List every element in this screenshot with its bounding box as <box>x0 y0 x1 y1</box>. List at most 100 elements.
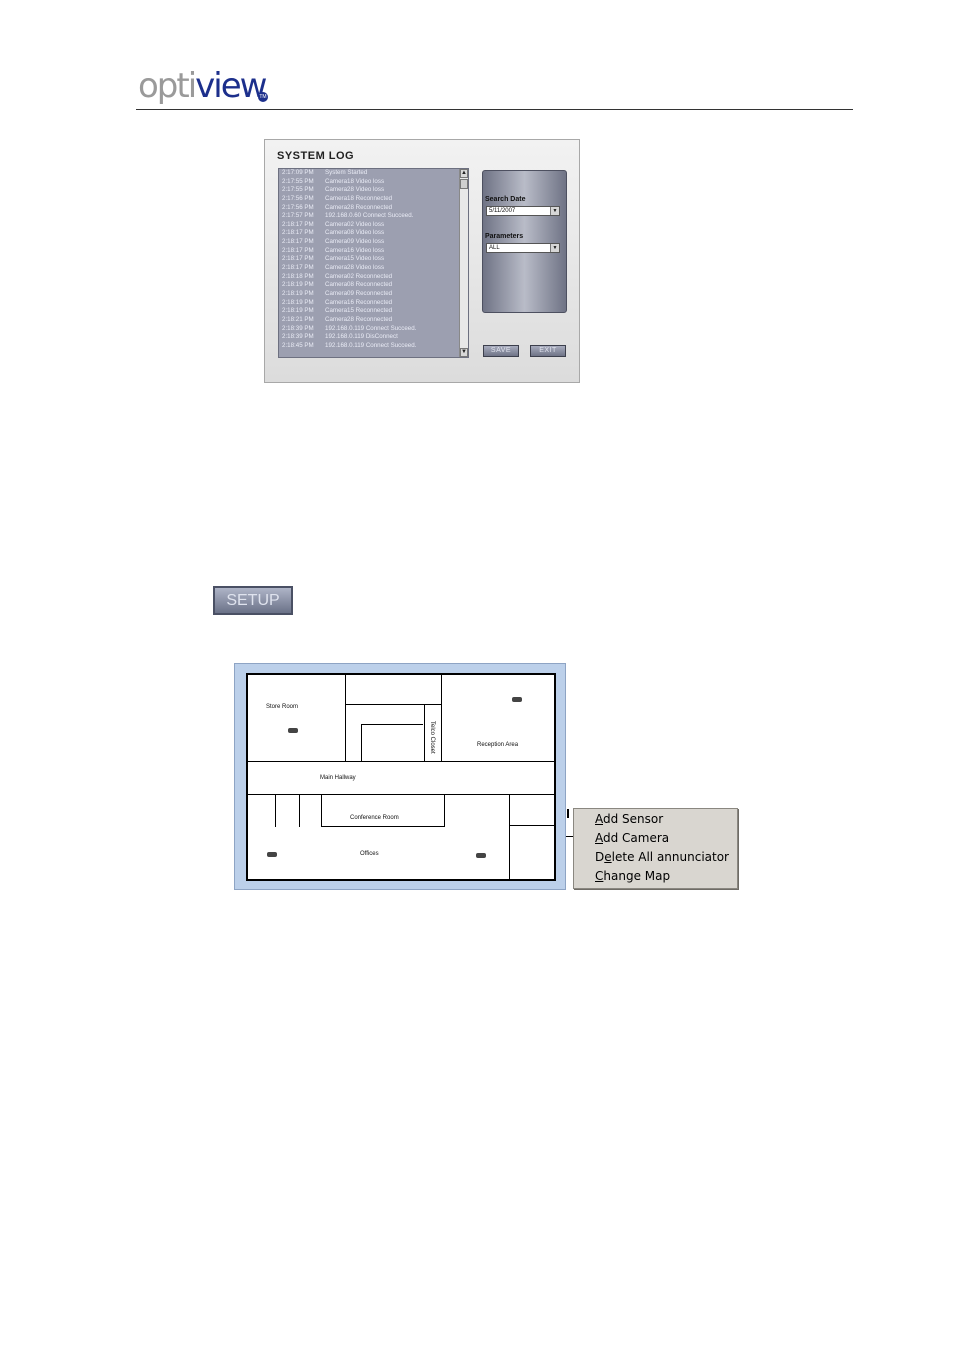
log-entry[interactable]: 2:18:17 PM Camera08 Video loss <box>279 229 468 238</box>
chevron-down-icon[interactable]: ▼ <box>550 207 559 215</box>
menu-item-prefix: D <box>595 850 605 864</box>
wall <box>345 704 442 705</box>
exit-button[interactable]: EXIT <box>530 345 566 357</box>
log-entry-list[interactable]: 2:17:09 PM System Started 2:17:55 PM Camera… <box>278 168 469 358</box>
log-entry-time: 2:18:17 PM <box>282 255 314 263</box>
wall <box>322 826 444 827</box>
log-entry-message: Camera02 Video loss <box>325 220 385 228</box>
log-entry-message: Camera28 Video loss <box>325 264 385 272</box>
wall <box>441 675 442 762</box>
log-entry-message: Camera15 Video loss <box>325 255 385 263</box>
log-entry-time: 2:17:09 PM <box>282 169 314 176</box>
log-entry[interactable]: 2:18:19 PM Camera09 Reconnected <box>279 290 468 299</box>
log-entry-time: 2:18:21 PM <box>282 315 314 323</box>
partial-edge <box>566 836 573 837</box>
log-entry[interactable]: 2:18:19 PM Camera15 Reconnected <box>279 307 468 316</box>
log-entry-message: Camera16 Video loss <box>325 246 385 254</box>
log-entry[interactable]: 2:18:21 PM Camera28 Reconnected <box>279 316 468 325</box>
room-label-telco-closet: Telco Closet <box>429 721 435 754</box>
log-entry-time: 2:18:17 PM <box>282 264 314 272</box>
floor-map-window: Store Room Telco Closet Reception Area M… <box>234 663 566 890</box>
menu-item-add-camera[interactable]: Add Camera <box>595 831 669 845</box>
log-entry[interactable]: 2:18:19 PM Camera08 Reconnected <box>279 281 468 290</box>
scroll-thumb[interactable] <box>460 179 468 189</box>
log-entry[interactable]: 2:17:57 PM 192.168.0.60 Connect Succeed. <box>279 212 468 221</box>
log-entry-message: System Started <box>325 169 368 176</box>
log-entry-message: 192.168.0.119 Connect Succeed. <box>325 341 417 349</box>
camera-icon[interactable] <box>476 853 486 858</box>
floor-map[interactable]: Store Room Telco Closet Reception Area M… <box>246 673 556 881</box>
camera-icon[interactable] <box>512 697 522 702</box>
log-entry[interactable]: 2:18:17 PM Camera15 Video loss <box>279 255 468 264</box>
system-log-title: SYSTEM LOG <box>277 150 355 162</box>
wall <box>345 675 346 762</box>
menu-item-label: dd Sensor <box>603 812 664 826</box>
system-log-dialog: SYSTEM LOG 2:17:09 PM System Started 2:17:… <box>264 139 580 383</box>
header-divider <box>136 109 853 110</box>
menu-item-change-map[interactable]: Change Map <box>595 869 670 883</box>
wall <box>321 794 322 827</box>
log-entry[interactable]: 2:18:17 PM Camera16 Video loss <box>279 247 468 256</box>
room-label-main-hallway: Main Hallway <box>320 775 356 781</box>
wall <box>248 761 554 762</box>
log-entry[interactable]: 2:18:39 PM 192.168.0.119 Connect Succeed. <box>279 325 468 334</box>
menu-mnemonic: A <box>595 831 603 845</box>
log-entry[interactable]: 2:18:45 PM 192.168.0.119 Connect Succeed. <box>279 342 468 351</box>
log-entry[interactable]: 2:18:18 PM Camera02 Reconnected <box>279 273 468 282</box>
log-entry[interactable]: 2:18:17 PM Camera02 Video loss <box>279 221 468 230</box>
log-entry-message: 192.168.0.60 Connect Succeed. <box>325 212 414 220</box>
log-entry-time: 2:18:17 PM <box>282 220 314 228</box>
setup-button[interactable]: SETUP <box>213 586 293 615</box>
logo-trademark-badge: TM <box>258 92 268 102</box>
menu-item-label: lete All annunciator <box>611 850 729 864</box>
log-entry[interactable]: 2:18:17 PM Camera09 Video loss <box>279 238 468 247</box>
wall <box>509 825 554 826</box>
log-entry[interactable]: 2:18:39 PM 192.168.0.119 DisConnect <box>279 333 468 342</box>
camera-icon[interactable] <box>267 852 277 857</box>
wall <box>361 724 362 762</box>
scroll-up-arrow-icon[interactable]: ▲ <box>460 169 468 178</box>
logo-text-view: view <box>195 66 267 106</box>
log-entry-message: Camera09 Reconnected <box>325 289 393 297</box>
parameters-label: Parameters <box>485 233 524 240</box>
menu-item-label: hange Map <box>603 869 671 883</box>
logo-text-opti: opti <box>138 66 197 106</box>
save-button[interactable]: SAVE <box>483 345 519 357</box>
log-entry-message: 192.168.0.119 Connect Succeed. <box>325 324 417 332</box>
menu-item-delete-all-annunciator[interactable]: Delete All annunciator <box>595 850 729 864</box>
chevron-down-icon[interactable]: ▼ <box>550 244 559 252</box>
log-entry-time: 2:18:19 PM <box>282 289 314 297</box>
log-entry[interactable]: 2:17:55 PM Camera28 Video loss <box>279 186 468 195</box>
menu-mnemonic: e <box>604 850 612 864</box>
log-entry-time: 2:18:39 PM <box>282 324 314 332</box>
optiview-logo: optiview TM <box>138 66 268 106</box>
log-entry-message: Camera18 Video loss <box>325 177 385 185</box>
log-scrollbar[interactable]: ▲ ▼ <box>459 169 468 357</box>
camera-icon[interactable] <box>288 728 298 733</box>
log-entry[interactable]: 2:17:56 PM Camera28 Reconnected <box>279 204 468 213</box>
room-label-offices: Offices <box>360 851 379 857</box>
parameters-value: ALL <box>489 245 500 251</box>
log-entry-time: 2:18:45 PM <box>282 341 314 349</box>
search-date-label: Search Date <box>485 196 526 203</box>
log-entry-time: 2:18:19 PM <box>282 307 314 315</box>
log-entry[interactable]: 2:18:19 PM Camera16 Reconnected <box>279 299 468 308</box>
log-entry-time: 2:17:55 PM <box>282 177 314 185</box>
parameters-combo[interactable]: ALL ▼ <box>486 243 560 253</box>
map-context-menu: Add Sensor Add Camera Delete All annunci… <box>573 808 738 889</box>
room-label-store-room: Store Room <box>266 704 299 710</box>
log-entry[interactable]: 2:17:09 PM System Started <box>279 169 468 178</box>
log-entry[interactable]: 2:18:17 PM Camera28 Video loss <box>279 264 468 273</box>
log-entry-message: Camera18 Reconnected <box>325 194 393 202</box>
partial-edge <box>567 809 569 818</box>
log-entry-message: Camera16 Reconnected <box>325 298 393 306</box>
wall <box>444 794 445 827</box>
menu-mnemonic: A <box>595 812 603 826</box>
log-entry[interactable]: 2:17:56 PM Camera18 Reconnected <box>279 195 468 204</box>
search-date-combo[interactable]: 5/11/2007 ▼ <box>486 206 560 216</box>
menu-item-add-sensor[interactable]: Add Sensor <box>595 812 663 826</box>
scroll-down-arrow-icon[interactable]: ▼ <box>460 348 468 357</box>
log-entry[interactable]: 2:17:55 PM Camera18 Video loss <box>279 178 468 187</box>
log-entry-time: 2:18:17 PM <box>282 229 314 237</box>
log-entry-message: Camera28 Video loss <box>325 186 385 194</box>
